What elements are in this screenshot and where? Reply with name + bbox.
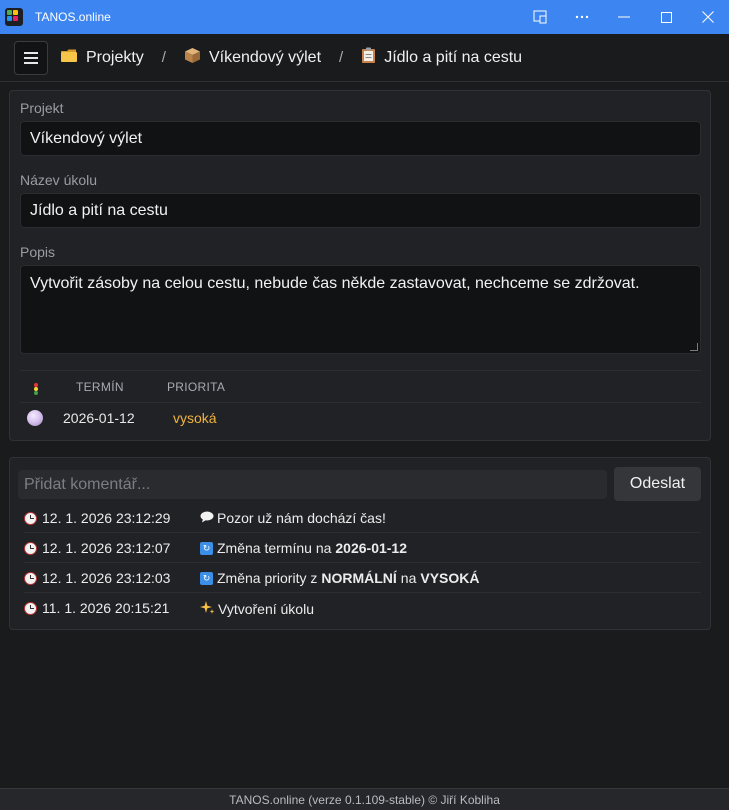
deadline-column-header: TERMÍN: [76, 380, 124, 394]
log-text: Pozor už nám dochází čas!: [217, 510, 386, 526]
package-icon: [184, 47, 201, 68]
log-entry: 12. 1. 2026 23:12:03 ↻ Změna priority z …: [24, 563, 701, 593]
refresh-icon: ↻: [200, 571, 213, 585]
log-highlight: NORMÁLNÍ: [321, 570, 397, 586]
resize-handle[interactable]: [690, 343, 698, 351]
app-title: TANOS.online: [35, 10, 111, 24]
log-highlight: 2026-01-12: [335, 540, 408, 556]
header: Projekty / Víkendový výlet / Jídlo a pit…: [0, 34, 729, 82]
log-highlight: VYSOKÁ: [420, 570, 480, 586]
breadcrumb-project[interactable]: Víkendový výlet: [184, 47, 321, 68]
menu-button[interactable]: [14, 40, 48, 75]
sparkles-icon: [200, 600, 215, 618]
traffic-light-icon: [34, 383, 38, 395]
comments-card: Přidat komentář... Odeslat 12. 1. 2026 2…: [9, 457, 711, 630]
breadcrumb: Projekty / Víkendový výlet / Jídlo a pit…: [60, 47, 522, 68]
title-bar: TANOS.online: [0, 0, 729, 34]
log-text: Změna termínu na: [217, 540, 332, 556]
project-field[interactable]: Víkendový výlet: [20, 121, 701, 156]
hamburger-icon: [24, 51, 38, 64]
minimize-icon[interactable]: [603, 0, 645, 34]
log-time: 12. 1. 2026 23:12:29: [42, 510, 171, 526]
refresh-icon: ↻: [200, 541, 213, 555]
log-text: Vytvoření úkolu: [218, 601, 314, 617]
breadcrumb-separator: /: [161, 49, 166, 66]
clock-icon: [24, 541, 37, 555]
description-text: Vytvořit zásoby na celou cestu, nebude č…: [30, 275, 640, 292]
breadcrumb-task[interactable]: Jídlo a pití na cestu: [361, 47, 522, 68]
log-time: 12. 1. 2026 23:12:03: [42, 570, 171, 586]
log-time: 11. 1. 2026 20:15:21: [42, 600, 170, 616]
comment-input[interactable]: Přidat komentář...: [18, 470, 607, 499]
log-entry: 12. 1. 2026 23:12:29 Pozor už nám docház…: [24, 503, 701, 533]
clock-icon: [24, 511, 37, 525]
log-time: 12. 1. 2026 23:12:07: [42, 540, 171, 556]
folder-icon: [60, 48, 78, 67]
close-icon[interactable]: [687, 0, 729, 34]
task-name-field[interactable]: Jídlo a pití na cestu: [20, 193, 701, 228]
log-entry: 11. 1. 2026 20:15:21 Vytvoření úkolu: [24, 593, 701, 623]
priority-column-header: PRIORITA: [167, 380, 226, 394]
task-meta-header: TERMÍN PRIORITA: [20, 370, 701, 403]
status-dot-icon[interactable]: [27, 410, 43, 426]
log-entry: 12. 1. 2026 23:12:07 ↻ Změna termínu na …: [24, 533, 701, 563]
clipboard-icon: [361, 47, 376, 68]
log-text: na: [400, 570, 417, 586]
description-label: Popis: [20, 244, 56, 260]
speech-bubble-icon: [200, 511, 214, 526]
breadcrumb-projects[interactable]: Projekty: [60, 48, 144, 67]
cast-icon[interactable]: [519, 0, 561, 34]
clock-icon: [24, 601, 37, 615]
clock-icon: [24, 571, 37, 585]
breadcrumb-separator: /: [339, 49, 344, 66]
description-textarea[interactable]: Vytvořit zásoby na celou cestu, nebude č…: [20, 265, 701, 354]
app-logo-icon: [5, 8, 23, 26]
log-text: Změna priority z: [217, 570, 318, 586]
task-meta-row: 2026-01-12 vysoká: [20, 404, 701, 432]
priority-value[interactable]: vysoká: [173, 410, 217, 426]
task-detail-card: Projekt Víkendový výlet Název úkolu Jídl…: [9, 90, 711, 441]
footer: TANOS.online (verze 0.1.109-stable) © Ji…: [0, 788, 729, 810]
deadline-value[interactable]: 2026-01-12: [63, 410, 135, 426]
send-button[interactable]: Odeslat: [614, 467, 701, 501]
maximize-icon[interactable]: [645, 0, 687, 34]
task-name-label: Název úkolu: [20, 172, 98, 188]
more-icon[interactable]: [561, 0, 603, 34]
project-label: Projekt: [20, 100, 64, 116]
